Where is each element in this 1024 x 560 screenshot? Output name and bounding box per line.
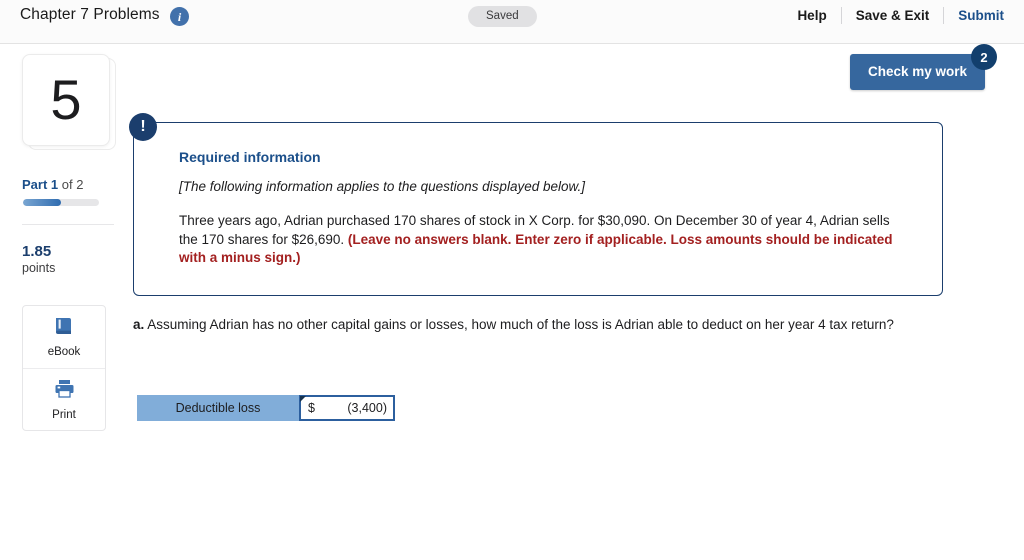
question-a-text: a. Assuming Adrian has no other capital … xyxy=(133,315,988,335)
check-my-work-button[interactable]: Check my work xyxy=(850,54,986,90)
points-value: 1.85 xyxy=(22,243,52,260)
question-number-card: 5 xyxy=(22,54,110,146)
currency-symbol: $ xyxy=(308,401,315,415)
cell-comment-marker-icon xyxy=(300,396,306,402)
question-number: 5 xyxy=(50,68,82,131)
answer-table-row: Deductible loss $ (3,400) xyxy=(137,395,395,421)
question-a-letter: a. xyxy=(133,317,145,332)
answer-row-label: Deductible loss xyxy=(137,395,299,421)
help-link[interactable]: Help xyxy=(783,8,840,23)
ebook-label: eBook xyxy=(47,345,81,358)
deductible-loss-input[interactable]: $ (3,400) xyxy=(299,395,395,421)
submit-link[interactable]: Submit xyxy=(944,8,1006,23)
required-information-box: Required information [The following info… xyxy=(133,122,943,296)
sidebar-divider xyxy=(22,224,114,225)
book-icon xyxy=(53,317,75,341)
print-button[interactable]: Print xyxy=(23,368,105,430)
sidebar-tools-card: eBook Print xyxy=(22,305,106,431)
top-header: Chapter 7 Problems i Saved Help Save & E… xyxy=(0,0,1024,44)
deductible-loss-value: (3,400) xyxy=(347,401,387,415)
part-prefix-and-current: Part 1 xyxy=(22,177,59,192)
problem-statement: Three years ago, Adrian purchased 170 sh… xyxy=(179,212,912,268)
exclamation-icon: ! xyxy=(129,113,157,141)
points-label: points xyxy=(22,261,56,275)
part-progress-bar xyxy=(23,199,99,206)
part-indicator: Part 1 of 2 xyxy=(22,177,83,192)
header-actions: Help Save & Exit Submit xyxy=(783,7,1006,24)
required-information-title: Required information xyxy=(179,149,321,165)
question-a-body: Assuming Adrian has no other capital gai… xyxy=(144,317,894,332)
save-and-exit-link[interactable]: Save & Exit xyxy=(842,8,944,23)
part-progress-fill xyxy=(23,199,61,206)
check-my-work-count-badge: 2 xyxy=(971,44,998,70)
printer-icon xyxy=(53,379,76,404)
print-label: Print xyxy=(52,408,76,421)
part-suffix: of 2 xyxy=(58,177,84,192)
page-title: Chapter 7 Problems xyxy=(20,6,160,23)
ebook-button[interactable]: eBook xyxy=(23,306,105,368)
info-icon[interactable]: i xyxy=(170,7,189,26)
applies-note: [The following information applies to th… xyxy=(179,179,585,194)
status-badge: Saved xyxy=(468,6,537,27)
check-my-work-container: Check my work 2 xyxy=(850,44,998,90)
